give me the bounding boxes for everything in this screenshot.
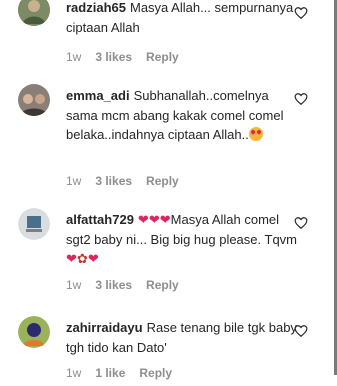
heart-eyes-emoji-icon bbox=[248, 127, 263, 141]
reply-button[interactable]: Reply bbox=[146, 50, 179, 64]
comment-username[interactable]: radziah65 bbox=[66, 0, 126, 15]
red-heart-emoji-icon: ❤ bbox=[137, 212, 149, 227]
comment: radziah65 Masya Allah... sempurnanya cipt… bbox=[0, 0, 334, 70]
comment-meta: 1w 3 likes Reply bbox=[66, 50, 179, 64]
comment-likes[interactable]: 3 likes bbox=[95, 50, 132, 64]
avatar[interactable] bbox=[18, 208, 50, 240]
comment-time[interactable]: 1w bbox=[66, 366, 81, 380]
reply-button[interactable]: Reply bbox=[146, 174, 179, 188]
comment-likes[interactable]: 3 likes bbox=[95, 278, 132, 292]
red-heart-emoji-icon: ❤ bbox=[66, 251, 77, 266]
red-heart-emoji-icon: ❤ bbox=[159, 212, 171, 227]
reply-button[interactable]: Reply bbox=[146, 278, 179, 292]
comment-meta: 1w 3 likes Reply bbox=[66, 278, 179, 292]
comment-username[interactable]: zahirraidayu bbox=[66, 320, 143, 335]
avatar[interactable] bbox=[18, 0, 50, 26]
like-heart-icon[interactable] bbox=[294, 92, 308, 106]
comment-likes[interactable]: 3 likes bbox=[95, 174, 132, 188]
comment-time[interactable]: 1w bbox=[66, 50, 81, 64]
comment: zahirraidayu Rase tenang bile tgk baby tg… bbox=[0, 316, 334, 386]
avatar[interactable] bbox=[18, 84, 50, 116]
comment-time[interactable]: 1w bbox=[66, 174, 81, 188]
comment: emma_adi Subhanallah..comelnya sama mcm a… bbox=[0, 84, 334, 194]
comment-likes[interactable]: 1 like bbox=[95, 366, 125, 380]
like-heart-icon[interactable] bbox=[294, 324, 308, 338]
comment: alfattah729 ❤❤❤Masya Allah comel sgt2 bab… bbox=[0, 208, 334, 298]
red-heart-emoji-icon: ❤ bbox=[87, 251, 99, 266]
comment-time[interactable]: 1w bbox=[66, 278, 81, 292]
like-heart-icon[interactable] bbox=[294, 216, 308, 230]
rose-emoji-icon: ✿ bbox=[76, 251, 88, 266]
avatar[interactable] bbox=[18, 316, 50, 348]
comment-username[interactable]: alfattah729 bbox=[66, 212, 134, 227]
comment-meta: 1w 3 likes Reply bbox=[66, 174, 179, 188]
reply-button[interactable]: Reply bbox=[139, 366, 172, 380]
like-heart-icon[interactable] bbox=[294, 6, 308, 20]
red-heart-emoji-icon: ❤ bbox=[148, 212, 160, 227]
comment-username[interactable]: emma_adi bbox=[66, 88, 130, 103]
comment-meta: 1w 1 like Reply bbox=[66, 366, 172, 380]
